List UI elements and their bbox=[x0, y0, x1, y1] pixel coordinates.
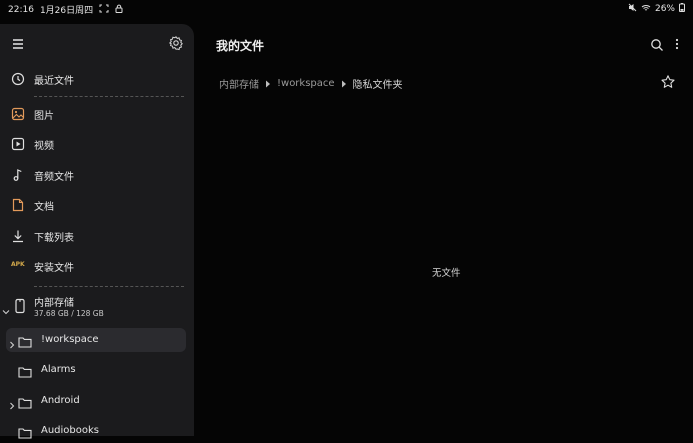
sidebar-divider bbox=[34, 286, 184, 287]
breadcrumb-item[interactable]: 内部存储 bbox=[219, 76, 259, 91]
storage-usage: 37.68 GB / 128 GB bbox=[34, 309, 104, 318]
battery-percent: 26% bbox=[654, 4, 675, 14]
battery-icon bbox=[679, 3, 685, 15]
folder-row-android[interactable]: Android bbox=[6, 389, 186, 413]
nav-item-images[interactable]: 图片 bbox=[0, 100, 194, 128]
chevron-right-icon[interactable] bbox=[8, 396, 16, 410]
status-bar: 22:16 1月26日周四 26% bbox=[0, 0, 693, 18]
chevron-down-icon[interactable] bbox=[2, 301, 10, 315]
folder-label: Alarms bbox=[41, 364, 76, 375]
nav-item-label: 图片 bbox=[34, 111, 54, 122]
mute-icon bbox=[628, 3, 637, 15]
storage-internal[interactable]: 内部存储 37.68 GB / 128 GB bbox=[0, 290, 194, 322]
nav-item-downloads[interactable]: 下载列表 bbox=[0, 222, 194, 250]
search-icon[interactable] bbox=[650, 37, 664, 51]
music-note-icon bbox=[10, 167, 26, 183]
folder-icon bbox=[18, 394, 32, 409]
nav-item-label: 音频文件 bbox=[34, 172, 74, 183]
nav-item-documents[interactable]: 文档 bbox=[0, 191, 194, 219]
nav-item-label: 下载列表 bbox=[34, 233, 74, 244]
nav-item-audio[interactable]: 音频文件 bbox=[0, 161, 194, 189]
gear-icon[interactable] bbox=[168, 35, 184, 51]
folder-icon bbox=[18, 333, 32, 348]
sidebar: 最近文件 图片 视频 音频文件 文档 下载列表 APK 安装文件 内部存储 37… bbox=[0, 24, 194, 439]
breadcrumb-separator-icon bbox=[341, 80, 347, 88]
folder-row-audiobooks[interactable]: Audiobooks bbox=[6, 419, 186, 443]
image-icon bbox=[10, 106, 26, 122]
storage-label: 内部存储 bbox=[34, 298, 74, 309]
nav-item-recent[interactable]: 最近文件 bbox=[0, 65, 194, 93]
chevron-right-icon[interactable] bbox=[8, 335, 16, 349]
apk-icon: APK bbox=[11, 261, 25, 268]
nav-item-label: 视频 bbox=[34, 141, 54, 152]
folder-row-workspace[interactable]: !workspace bbox=[6, 328, 186, 352]
page-title: 我的文件 bbox=[216, 39, 265, 53]
nav-item-videos[interactable]: 视频 bbox=[0, 130, 194, 158]
folder-label: Android bbox=[41, 395, 80, 406]
folder-row-alarms[interactable]: Alarms bbox=[6, 358, 186, 382]
lock-icon bbox=[115, 4, 123, 16]
nav-item-apk[interactable]: APK 安装文件 bbox=[0, 252, 194, 280]
empty-state-message: 无文件 bbox=[432, 268, 461, 279]
status-date: 1月26日周四 bbox=[39, 6, 94, 16]
breadcrumb: 内部存储 !workspace 隐私文件夹 bbox=[219, 76, 403, 91]
video-icon bbox=[10, 136, 26, 152]
download-icon bbox=[10, 228, 26, 244]
nav-item-label: 安装文件 bbox=[34, 263, 74, 274]
breadcrumb-item[interactable]: !workspace bbox=[277, 78, 335, 89]
document-icon bbox=[10, 197, 26, 213]
folder-icon bbox=[18, 424, 32, 439]
breadcrumb-current: 隐私文件夹 bbox=[352, 80, 403, 91]
main-panel: 我的文件 内部存储 !workspace 隐私文件夹 无文件 bbox=[194, 24, 693, 436]
nav-item-label: 最近文件 bbox=[34, 76, 74, 87]
status-time: 22:16 bbox=[8, 4, 34, 15]
folder-label: !workspace bbox=[41, 334, 99, 345]
breadcrumb-separator-icon bbox=[265, 80, 271, 88]
sidebar-divider bbox=[34, 96, 184, 97]
nav-item-label: 文档 bbox=[34, 202, 54, 213]
wifi-icon bbox=[641, 4, 651, 15]
more-options-icon[interactable] bbox=[673, 36, 681, 52]
screenshot-icon bbox=[99, 4, 109, 16]
clock-icon bbox=[10, 71, 26, 87]
star-icon[interactable] bbox=[660, 74, 676, 90]
folder-icon bbox=[18, 363, 32, 378]
menu-icon[interactable] bbox=[10, 36, 26, 50]
phone-icon bbox=[12, 298, 28, 314]
folder-label: Audiobooks bbox=[41, 425, 100, 436]
